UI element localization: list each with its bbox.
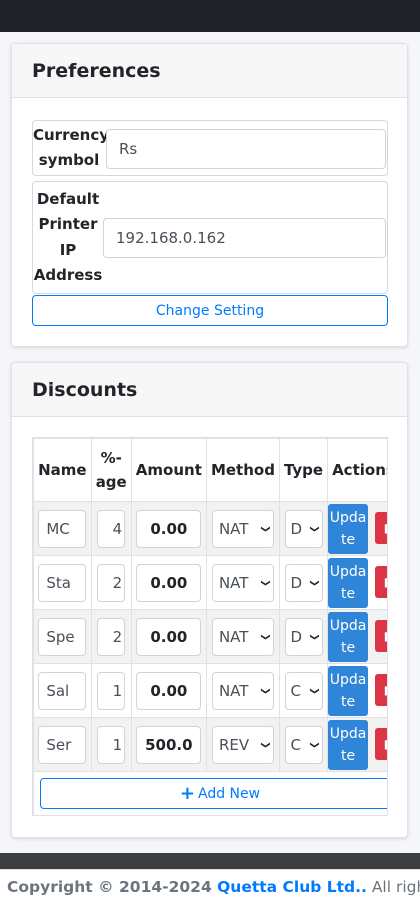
chevron-down-icon: ❯ <box>260 524 271 533</box>
top-navbar <box>0 0 420 32</box>
chevron-down-icon: ❯ <box>308 686 319 695</box>
add-new-label: Add New <box>198 785 261 802</box>
brand-link[interactable]: Quetta Club Ltd.. <box>217 878 367 896</box>
discount-amount-input[interactable]: 0.00 <box>136 509 202 548</box>
discount-method-select[interactable]: NAT ❯ <box>211 617 274 656</box>
chevron-down-icon: ❯ <box>308 578 319 587</box>
preferences-header: Preferences <box>12 44 407 98</box>
discount-name-input[interactable]: Spe <box>38 617 87 656</box>
chevron-down-icon: ❯ <box>260 686 271 695</box>
discount-method-select[interactable]: NAT ❯ <box>211 563 274 602</box>
add-new-row: + Add New <box>33 771 387 815</box>
trash-icon[interactable]: ▮ <box>375 566 387 598</box>
header-type: Type <box>278 438 329 502</box>
chevron-down-icon: ❯ <box>260 740 271 749</box>
discounts-title: Discounts <box>32 378 138 401</box>
page-footer: Copyright © 2014-2024 Quetta Club Ltd.. … <box>0 869 420 903</box>
printer-setting-row: Default Printer IP Address 192.168.0.162 <box>32 181 388 294</box>
discount-type-select[interactable]: C ❯ <box>284 725 323 764</box>
discount-type-select[interactable]: C ❯ <box>284 671 323 710</box>
chevron-down-icon: ❯ <box>308 740 319 749</box>
header-amount: Amount <box>130 438 207 502</box>
discount-amount-input[interactable]: 0.00 <box>136 617 202 656</box>
header-actions: Actions <box>327 438 387 502</box>
discounts-table-wrapper[interactable]: Name %- age Amount Method Type Actions M… <box>32 437 388 816</box>
discount-type-select[interactable]: D ❯ <box>284 509 323 548</box>
update-button[interactable]: Upda te <box>328 557 369 608</box>
update-button[interactable]: Upda te <box>328 503 369 554</box>
discount-percentage-input[interactable]: 4 <box>97 509 126 548</box>
add-new-button[interactable]: + Add New <box>40 778 387 809</box>
discounts-table: Name %- age Amount Method Type Actions M… <box>33 438 387 815</box>
chevron-down-icon: ❯ <box>260 632 271 641</box>
preferences-card: Preferences Currency symbol Rs Default P… <box>11 43 408 347</box>
discount-percentage-input[interactable]: 2 <box>97 563 126 602</box>
discount-percentage-input[interactable]: 2 <box>97 617 126 656</box>
trash-icon[interactable]: ▮ <box>375 620 387 652</box>
discount-type-select[interactable]: D ❯ <box>284 563 323 602</box>
discounts-header: Discounts <box>12 363 407 417</box>
chevron-down-icon: ❯ <box>308 632 319 641</box>
rights-text: All rights <box>371 877 420 896</box>
currency-label: Currency symbol <box>33 125 110 170</box>
trash-icon[interactable]: ▮ <box>375 512 387 544</box>
discount-method-select[interactable]: NAT ❯ <box>211 671 274 710</box>
table-row: Spe 2 0.00NAT❯ D❯Update▮ <box>33 609 387 664</box>
discount-amount-input[interactable]: 0.00 <box>136 563 202 602</box>
header-name: Name <box>33 438 92 502</box>
table-header-row: Name %- age Amount Method Type Actions <box>33 438 387 502</box>
chevron-down-icon: ❯ <box>260 578 271 587</box>
printer-ip-input[interactable]: 192.168.0.162 <box>103 218 386 258</box>
discounts-card: Discounts Name %- age Amount Method Type… <box>11 362 408 838</box>
discount-name-input[interactable]: Sal <box>38 671 87 710</box>
table-row: Ser 1 500.0REV❯ C❯Update▮ <box>33 717 387 772</box>
currency-setting-row: Currency symbol Rs <box>32 120 388 176</box>
discount-name-input[interactable]: Ser <box>38 725 87 764</box>
table-row: MC 4 0.00NAT❯ D❯Update▮ <box>33 501 387 556</box>
update-button[interactable]: Upda te <box>328 611 369 662</box>
discount-method-select[interactable]: REV ❯ <box>211 725 274 764</box>
update-button[interactable]: Upda te <box>328 719 369 770</box>
header-percentage: %- age <box>90 438 132 502</box>
currency-symbol-input[interactable]: Rs <box>106 129 386 169</box>
discount-name-input[interactable]: MC <box>38 509 87 548</box>
copyright-text: Copyright © 2014-2024 <box>7 877 218 896</box>
plus-icon: + <box>179 782 195 804</box>
trash-icon[interactable]: ▮ <box>375 674 387 706</box>
change-setting-button[interactable]: Change Setting <box>32 295 388 326</box>
chevron-down-icon: ❯ <box>308 524 319 533</box>
table-row: Sal 1 0.00NAT❯ C❯Update▮ <box>33 663 387 718</box>
footer-divider <box>0 853 420 869</box>
discount-percentage-input[interactable]: 1 <box>97 725 126 764</box>
discount-amount-input[interactable]: 500.0 <box>136 725 202 764</box>
discount-amount-input[interactable]: 0.00 <box>136 671 202 710</box>
table-row: Sta 2 0.00NAT❯ D❯Update▮ <box>33 555 387 610</box>
header-method: Method <box>205 438 280 502</box>
discount-name-input[interactable]: Sta <box>38 563 87 602</box>
discount-percentage-input[interactable]: 1 <box>97 671 126 710</box>
discount-type-select[interactable]: D ❯ <box>284 617 323 656</box>
trash-icon[interactable]: ▮ <box>375 728 387 760</box>
update-button[interactable]: Upda te <box>328 665 369 716</box>
printer-ip-label: Default Printer IP Address <box>33 189 103 285</box>
preferences-title: Preferences <box>32 59 161 82</box>
discount-method-select[interactable]: NAT ❯ <box>211 509 274 548</box>
